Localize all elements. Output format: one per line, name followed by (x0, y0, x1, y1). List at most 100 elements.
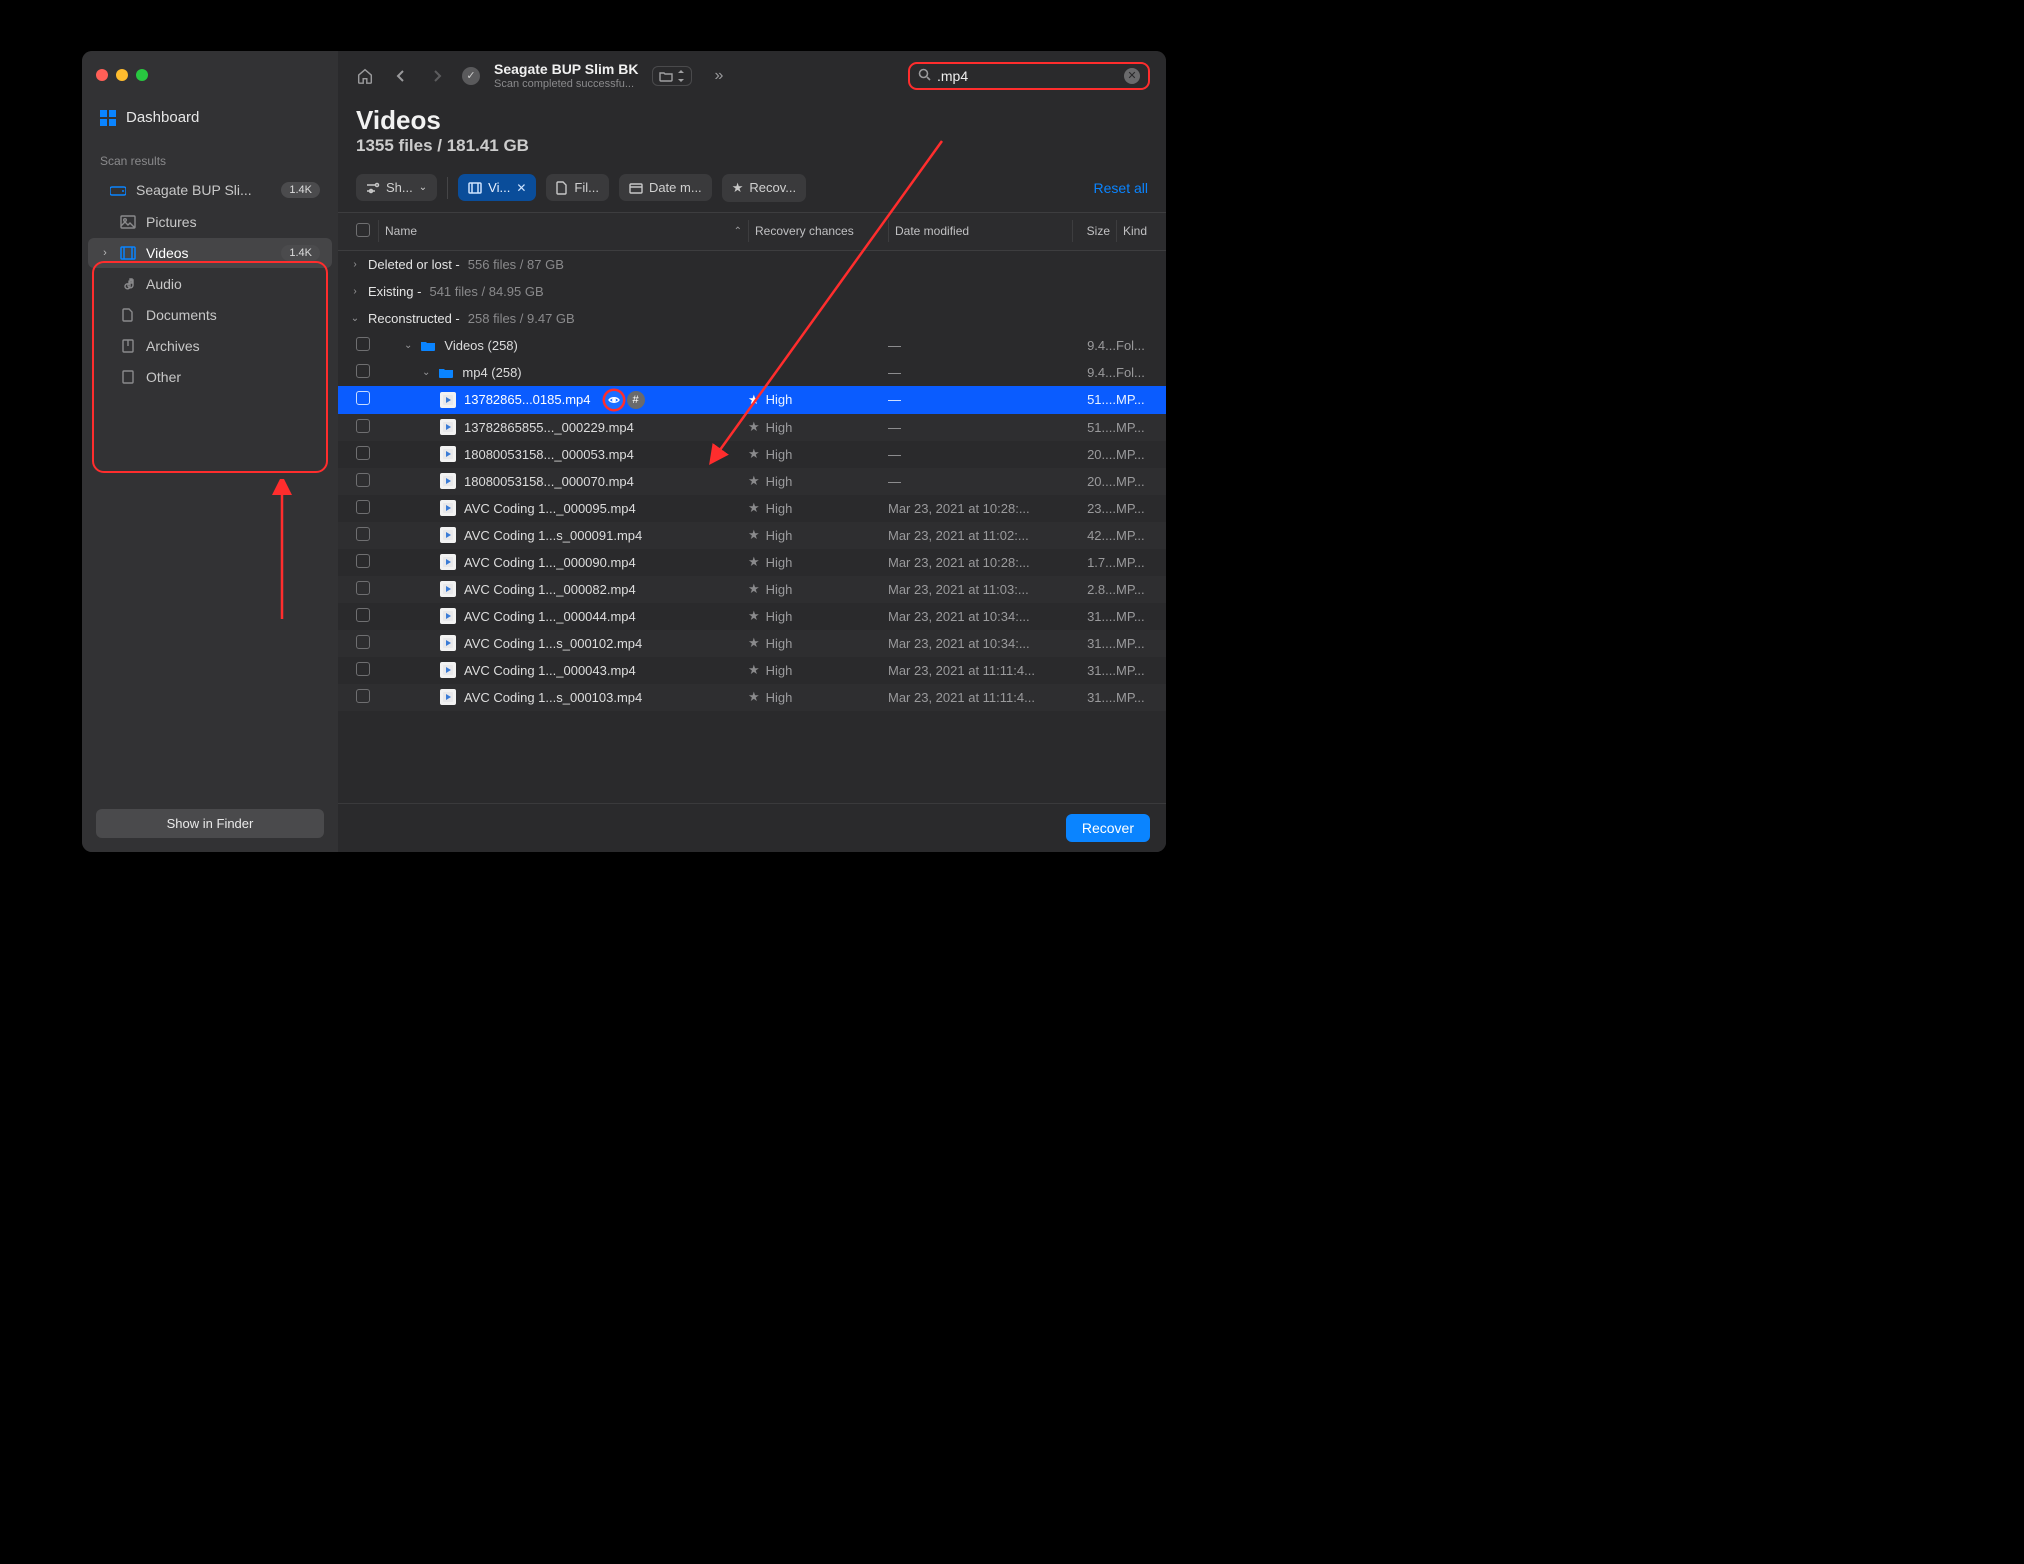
dashboard-icon (100, 110, 116, 126)
page-subtitle: 1355 files / 181.41 GB (356, 136, 1148, 156)
file-row[interactable]: AVC Coding 1...s_000091.mp4★HighMar 23, … (338, 522, 1166, 549)
row-checkbox[interactable] (356, 635, 370, 649)
file-row[interactable]: AVC Coding 1...s_000103.mp4★HighMar 23, … (338, 684, 1166, 711)
folder-picker[interactable] (652, 66, 692, 86)
preview-icon[interactable] (605, 391, 623, 409)
sidebar-item-label: Audio (146, 276, 182, 292)
row-checkbox[interactable] (356, 554, 370, 568)
group-meta: 556 files / 87 GB (468, 257, 564, 272)
cell-kind: MP... (1116, 555, 1156, 570)
chevron-right-icon: › (100, 247, 110, 259)
reset-filters-link[interactable]: Reset all (1094, 180, 1148, 196)
cell-kind: MP... (1116, 392, 1156, 407)
file-row[interactable]: AVC Coding 1...s_000102.mp4★HighMar 23, … (338, 630, 1166, 657)
dashboard-link[interactable]: Dashboard (82, 99, 338, 136)
row-checkbox[interactable] (356, 527, 370, 541)
col-kind[interactable]: Kind (1116, 220, 1156, 242)
search-input[interactable] (937, 68, 1118, 84)
close-button[interactable] (96, 69, 108, 81)
file-row[interactable]: 18080053158..._000053.mp4★High—20....MP.… (338, 441, 1166, 468)
row-checkbox[interactable] (356, 364, 370, 378)
other-icon (120, 369, 136, 385)
hex-icon[interactable]: # (627, 391, 645, 409)
cell-date: — (888, 420, 1072, 435)
file-row[interactable]: AVC Coding 1..._000090.mp4★HighMar 23, 2… (338, 549, 1166, 576)
filter-show[interactable]: Sh... ⌄ (356, 174, 437, 201)
cell-size: 20.... (1072, 447, 1116, 462)
row-checkbox[interactable] (356, 419, 370, 433)
chevron-right-icon: › (350, 286, 360, 297)
sidebar: Dashboard Scan results Seagate BUP Sli..… (82, 51, 338, 852)
group-reconstructed[interactable]: ⌄Reconstructed - 258 files / 9.47 GB (338, 305, 1166, 332)
row-checkbox[interactable] (356, 473, 370, 487)
sidebar-item-pictures[interactable]: Pictures (88, 207, 332, 237)
cell-date: Mar 23, 2021 at 10:34:... (888, 609, 1072, 624)
file-row[interactable]: AVC Coding 1..._000095.mp4★HighMar 23, 2… (338, 495, 1166, 522)
file-list[interactable]: ›Deleted or lost - 556 files / 87 GB›Exi… (338, 251, 1166, 803)
row-checkbox[interactable] (356, 391, 370, 405)
cell-size: 31.... (1072, 663, 1116, 678)
star-icon: ★ (748, 473, 760, 489)
cell-kind: MP... (1116, 636, 1156, 651)
filter-chip-date[interactable]: Date m... (619, 174, 712, 201)
file-row[interactable]: 18080053158..._000070.mp4★High—20....MP.… (338, 468, 1166, 495)
col-checkbox[interactable] (348, 219, 378, 244)
chip-close-icon[interactable]: ✕ (516, 181, 526, 195)
sidebar-item-label: Pictures (146, 214, 197, 230)
col-recovery[interactable]: Recovery chances (748, 220, 888, 242)
minimize-button[interactable] (116, 69, 128, 81)
folder-icon (438, 364, 454, 380)
cell-kind: MP... (1116, 528, 1156, 543)
filter-chip-video[interactable]: Vi... ✕ (458, 174, 536, 201)
group-existing[interactable]: ›Existing - 541 files / 84.95 GB (338, 278, 1166, 305)
sidebar-item-archives[interactable]: Archives (88, 331, 332, 361)
file-row[interactable]: AVC Coding 1..._000082.mp4★HighMar 23, 2… (338, 576, 1166, 603)
file-row[interactable]: AVC Coding 1..._000044.mp4★HighMar 23, 2… (338, 603, 1166, 630)
filter-chip-recovery[interactable]: ★ Recov... (722, 174, 806, 202)
cell-kind: MP... (1116, 501, 1156, 516)
show-in-finder-button[interactable]: Show in Finder (96, 809, 324, 838)
audio-icon (120, 276, 136, 292)
folder-row[interactable]: ⌄Videos (258)—9.4...Fol... (338, 332, 1166, 359)
col-date[interactable]: Date modified (888, 220, 1072, 242)
group-deleted[interactable]: ›Deleted or lost - 556 files / 87 GB (338, 251, 1166, 278)
home-icon[interactable] (354, 67, 376, 85)
row-checkbox[interactable] (356, 446, 370, 460)
row-checkbox[interactable] (356, 689, 370, 703)
forward-button[interactable] (426, 69, 448, 83)
folder-name: Videos (258) (444, 338, 517, 353)
sidebar-drive[interactable]: Seagate BUP Sli... 1.4K (88, 175, 332, 205)
row-checkbox[interactable] (356, 608, 370, 622)
toolbar-overflow-icon[interactable]: » (714, 67, 723, 85)
row-checkbox[interactable] (356, 581, 370, 595)
cell-size: 31.... (1072, 690, 1116, 705)
cell-recovery: High (766, 690, 793, 705)
sidebar-item-audio[interactable]: Audio (88, 269, 332, 299)
search-clear-button[interactable]: ✕ (1124, 68, 1140, 84)
file-row[interactable]: AVC Coding 1..._000043.mp4★HighMar 23, 2… (338, 657, 1166, 684)
cell-size: 42.... (1072, 528, 1116, 543)
col-name[interactable]: Name ⌃ (378, 220, 748, 242)
col-size[interactable]: Size (1072, 220, 1116, 242)
row-checkbox[interactable] (356, 500, 370, 514)
sidebar-item-other[interactable]: Other (88, 362, 332, 392)
folder-row[interactable]: ⌄mp4 (258)—9.4...Fol... (338, 359, 1166, 386)
row-checkbox[interactable] (356, 662, 370, 676)
cell-kind: Fol... (1116, 365, 1156, 380)
file-row[interactable]: 13782865...0185.mp4#★High—51....MP... (338, 386, 1166, 414)
search-field[interactable]: ✕ (908, 62, 1150, 90)
back-button[interactable] (390, 69, 412, 83)
sidebar-item-documents[interactable]: Documents (88, 300, 332, 330)
row-checkbox[interactable] (356, 337, 370, 351)
sidebar-item-videos[interactable]: ›Videos1.4K (88, 238, 332, 268)
maximize-button[interactable] (136, 69, 148, 81)
group-label: Reconstructed - (368, 311, 460, 326)
filter-chip-file[interactable]: Fil... (546, 174, 609, 201)
cell-date: — (888, 447, 1072, 462)
star-icon: ★ (732, 180, 744, 196)
cell-recovery: High (766, 663, 793, 678)
file-name: AVC Coding 1..._000043.mp4 (464, 663, 636, 678)
recover-button[interactable]: Recover (1066, 814, 1150, 842)
sidebar-item-label: Videos (146, 245, 189, 261)
file-row[interactable]: 13782865855..._000229.mp4★High—51....MP.… (338, 414, 1166, 441)
